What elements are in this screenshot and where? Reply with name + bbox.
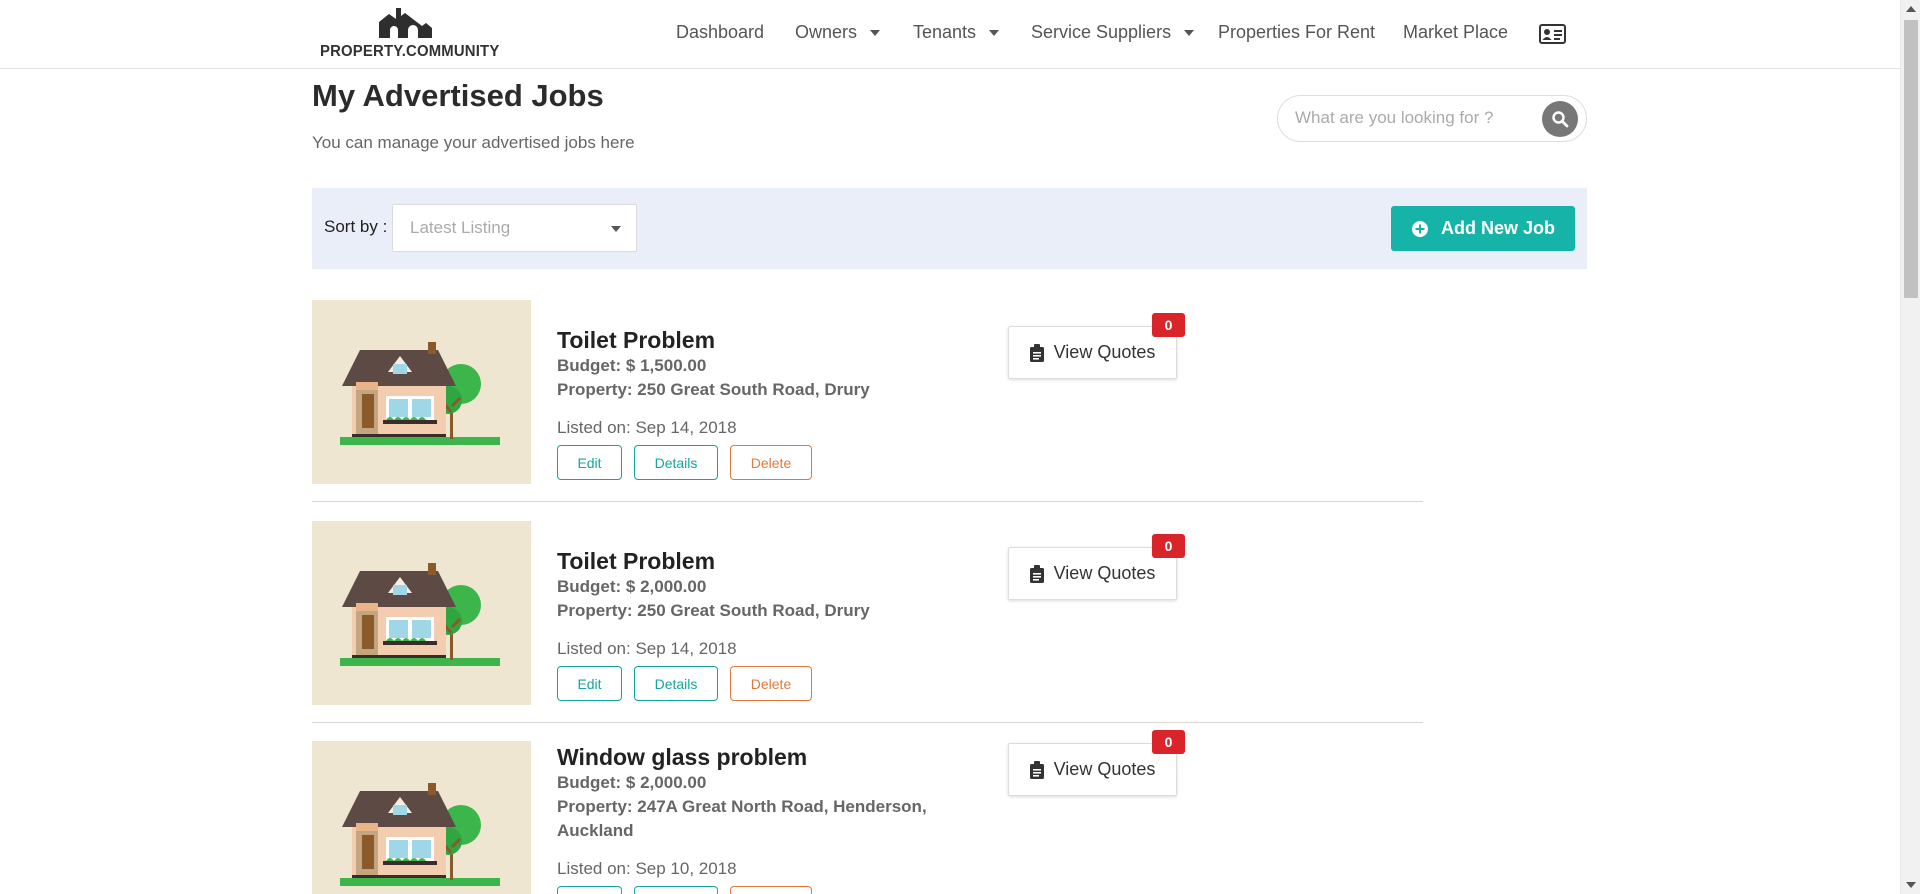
nav-dashboard[interactable]: Dashboard xyxy=(676,22,764,43)
sort-bar: Sort by : Latest Listing Add New Job xyxy=(312,188,1587,269)
sort-label: Sort by : xyxy=(324,217,388,236)
delete-button[interactable]: Delete xyxy=(730,666,812,701)
sort-select[interactable]: Latest Listing xyxy=(392,204,637,252)
job-budget: Budget: $ 2,000.00 xyxy=(557,577,707,596)
quotes-count-badge: 0 xyxy=(1152,534,1185,558)
search-icon xyxy=(1552,111,1569,128)
nav-owners[interactable]: Owners xyxy=(795,22,881,43)
sort-selected-value: Latest Listing xyxy=(410,218,511,237)
house-illustration-icon xyxy=(340,783,500,887)
search-input[interactable] xyxy=(1295,108,1535,128)
nav-owners-label: Owners xyxy=(795,22,858,42)
plus-circle-icon xyxy=(1411,220,1428,237)
job-actions: Edit Details Delete xyxy=(557,666,812,701)
site-logo[interactable]: PROPERTY.COMMUNITY xyxy=(318,4,500,62)
nav-service-suppliers-label: Service Suppliers xyxy=(1031,22,1172,42)
job-thumbnail xyxy=(312,521,531,705)
job-budget: Budget: $ 2,000.00 xyxy=(557,773,707,792)
job-actions: Edit Details Delete xyxy=(557,445,812,480)
search-box xyxy=(1277,95,1587,142)
nav-properties-for-rent[interactable]: Properties For Rent xyxy=(1218,22,1375,43)
nav-properties-for-rent-label: Properties For Rent xyxy=(1218,22,1376,42)
house-logo-icon xyxy=(379,8,432,38)
page-subtitle: You can manage your advertised jobs here xyxy=(312,133,635,152)
job-listed-date: Listed on: Sep 14, 2018 xyxy=(557,639,737,658)
add-new-job-button[interactable]: Add New Job xyxy=(1391,206,1575,251)
quotes-count-badge: 0 xyxy=(1152,313,1185,337)
scrollbar-thumb[interactable] xyxy=(1904,20,1918,298)
details-button[interactable]: Details xyxy=(634,666,718,701)
clipboard-icon xyxy=(1029,760,1044,779)
add-new-job-label: Add New Job xyxy=(1440,218,1555,238)
details-button[interactable]: Details xyxy=(634,886,718,894)
chevron-down-icon xyxy=(611,226,621,232)
page-scrollbar[interactable] xyxy=(1900,0,1920,894)
view-quotes-label: View Quotes xyxy=(1053,563,1156,583)
job-property: Property: 247A Great North Road, Henders… xyxy=(557,797,927,840)
job-card: Toilet Problem Budget: $ 2,000.00 Proper… xyxy=(312,521,1423,723)
view-quotes-label: View Quotes xyxy=(1053,759,1156,779)
nav-market-place[interactable]: Market Place xyxy=(1403,22,1508,43)
house-illustration-icon xyxy=(340,342,500,446)
nav-dashboard-label: Dashboard xyxy=(676,22,765,42)
delete-button[interactable]: Delete xyxy=(730,445,812,480)
job-card: Toilet Problem Budget: $ 1,500.00 Proper… xyxy=(312,300,1423,502)
nav-tenants-label: Tenants xyxy=(913,22,977,42)
chevron-down-icon xyxy=(989,29,1000,36)
scroll-up-icon[interactable] xyxy=(1906,6,1916,12)
id-card-icon[interactable] xyxy=(1539,24,1566,49)
edit-button[interactable]: Edit xyxy=(557,666,622,701)
job-budget: Budget: $ 1,500.00 xyxy=(557,356,707,375)
page-title: My Advertised Jobs xyxy=(312,78,604,113)
nav-service-suppliers[interactable]: Service Suppliers xyxy=(1031,22,1195,43)
clipboard-icon xyxy=(1029,343,1044,362)
job-title: Toilet Problem xyxy=(557,327,716,353)
job-listed-date: Listed on: Sep 14, 2018 xyxy=(557,418,737,437)
job-thumbnail xyxy=(312,741,531,894)
job-thumbnail xyxy=(312,300,531,484)
job-card: Window glass problem Budget: $ 2,000.00 … xyxy=(312,730,1423,894)
scroll-down-icon[interactable] xyxy=(1906,882,1916,888)
nav-market-place-label: Market Place xyxy=(1403,22,1509,42)
nav-tenants[interactable]: Tenants xyxy=(913,22,1000,43)
job-listed-date: Listed on: Sep 10, 2018 xyxy=(557,859,737,878)
job-title: Window glass problem xyxy=(557,744,808,770)
chevron-down-icon xyxy=(1184,29,1195,36)
house-illustration-icon xyxy=(340,563,500,667)
job-divider xyxy=(312,722,1423,723)
top-navbar: PROPERTY.COMMUNITY Dashboard Owners Tena… xyxy=(0,0,1900,69)
delete-button[interactable]: Delete xyxy=(730,886,812,894)
clipboard-icon xyxy=(1029,564,1044,583)
job-property: Property: 250 Great South Road, Drury xyxy=(557,380,870,399)
job-divider xyxy=(312,501,1423,502)
edit-button[interactable]: Edit xyxy=(557,445,622,480)
quotes-count-badge: 0 xyxy=(1152,730,1185,754)
logo-text: PROPERTY.COMMUNITY xyxy=(320,43,500,60)
job-actions: Edit Details Delete xyxy=(557,886,812,894)
job-property: Property: 250 Great South Road, Drury xyxy=(557,601,870,620)
chevron-down-icon xyxy=(870,29,881,36)
job-title: Toilet Problem xyxy=(557,548,716,574)
search-button[interactable] xyxy=(1542,101,1578,137)
details-button[interactable]: Details xyxy=(634,445,718,480)
view-quotes-label: View Quotes xyxy=(1053,342,1156,362)
edit-button[interactable]: Edit xyxy=(557,886,622,894)
